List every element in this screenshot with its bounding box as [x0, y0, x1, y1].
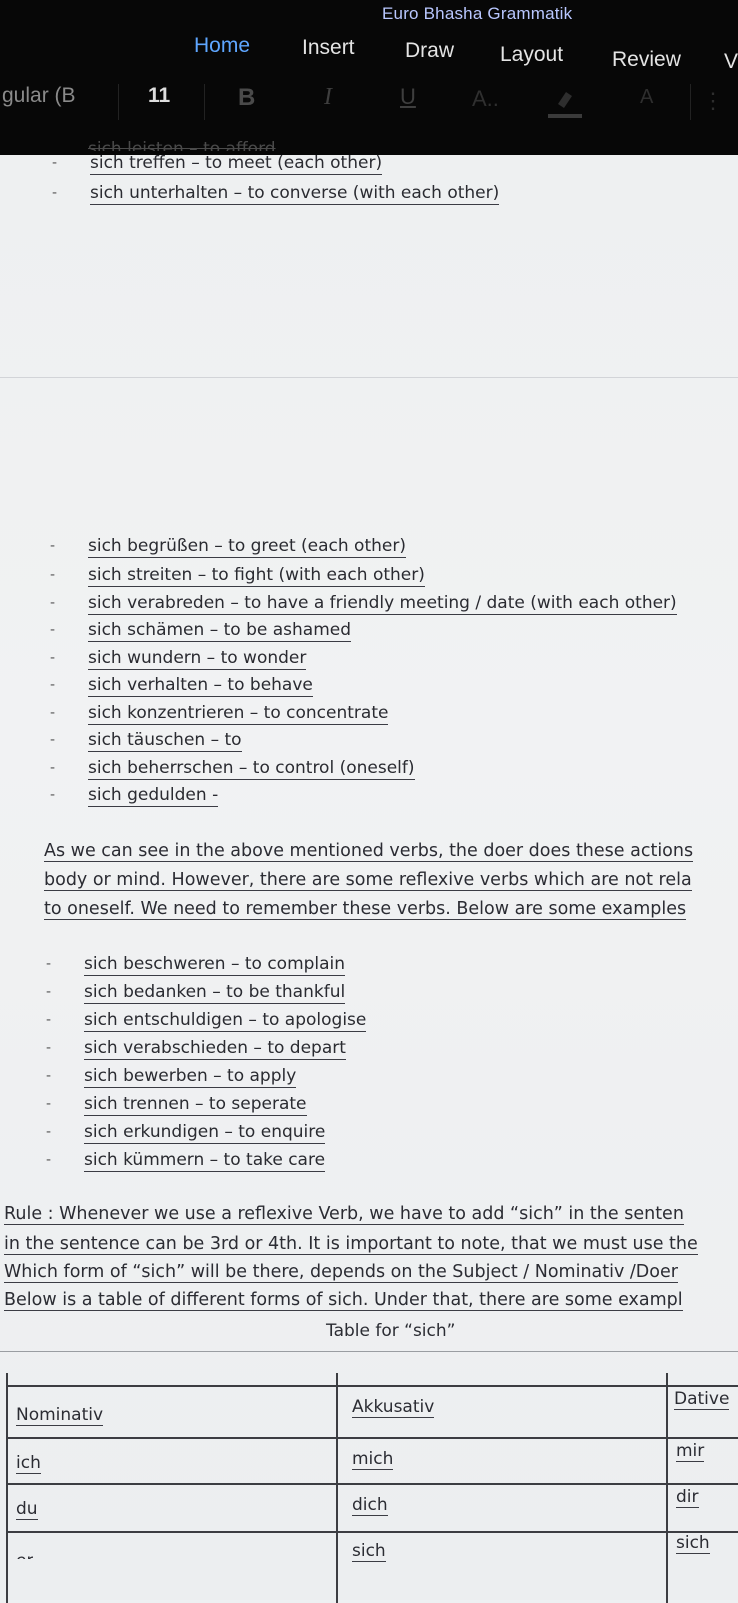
paragraph-line: As we can see in the above mentioned ver… [44, 841, 694, 862]
table-cell: sich [676, 1533, 710, 1554]
tab-insert[interactable]: Insert [302, 36, 355, 60]
list-item: - sich gedulden - [50, 785, 219, 807]
tab-layout[interactable]: Layout [500, 43, 563, 67]
bullet-dash: - [52, 155, 58, 171]
tab-home[interactable]: Home [194, 34, 250, 58]
underline-button[interactable]: U [400, 84, 416, 110]
font-name-select[interactable]: gular (B [2, 84, 76, 108]
partially-hidden-line: sich leisten – to afford [88, 139, 276, 151]
list-item: - sich streiten – to fight (with each ot… [50, 565, 425, 587]
italic-button[interactable]: I [324, 84, 332, 111]
font-size-tool-button[interactable]: A.. [472, 86, 499, 112]
list-item: - sich kümmern – to take care [46, 1150, 326, 1172]
table-cell: dir [676, 1487, 699, 1508]
font-size-select[interactable]: 11 [148, 84, 170, 108]
bullet-dash: - [50, 622, 56, 638]
bullet-dash: - [46, 1068, 52, 1084]
bullet-dash: - [50, 650, 56, 666]
list-item: - sich wundern – to wonder [50, 648, 307, 670]
list-item: - sich verabschieden – to depart [46, 1038, 346, 1060]
list-item: - sich unterhalten – to converse (with e… [52, 183, 500, 205]
font-color-button[interactable]: A [640, 86, 653, 109]
table-cell: er [16, 1551, 34, 1559]
table-border [6, 1373, 8, 1603]
list-item: - sich konzentrieren – to concentrate [50, 703, 389, 725]
table-cell: mich [352, 1449, 394, 1470]
ribbon-tabs: Home Insert Draw Layout Review V [0, 34, 738, 78]
table-cell: du [16, 1499, 38, 1520]
bullet-dash: - [50, 595, 56, 611]
paragraph-line: body or mind. However, there are some re… [44, 870, 692, 891]
highlight-button[interactable] [548, 88, 582, 118]
table-cell: ich [16, 1453, 41, 1474]
rule-line: Which form of “sich” will be there, depe… [4, 1262, 678, 1283]
divider [690, 84, 691, 120]
table-border [336, 1373, 338, 1603]
tab-view[interactable]: V [724, 50, 738, 74]
page-break [0, 377, 738, 378]
list-item: - sich täuschen – to [50, 730, 242, 752]
table-header: Akkusativ [352, 1397, 435, 1418]
bullet-dash: - [46, 984, 52, 1000]
list-item: - sich erkundigen – to enquire [46, 1122, 326, 1144]
bullet-dash: - [50, 567, 56, 583]
table-border [6, 1385, 738, 1387]
table-border [6, 1531, 738, 1533]
rule-line: Below is a table of different forms of s… [4, 1290, 683, 1311]
bullet-dash: - [46, 1096, 52, 1112]
table-border [6, 1437, 738, 1439]
paragraph-line: to oneself. We need to remember these ve… [44, 899, 687, 920]
table-border [666, 1373, 668, 1603]
tab-review[interactable]: Review [612, 48, 681, 72]
highlight-color-bar [548, 114, 582, 118]
table-cell: dich [352, 1495, 388, 1516]
list-item: - sich begrüßen – to greet (each other) [50, 536, 406, 558]
table-title: Table for “sich” [326, 1321, 456, 1341]
table-border [6, 1483, 738, 1485]
list-item: - sich verabreden – to have a friendly m… [50, 593, 677, 615]
list-item: - sich beschweren – to complain [46, 954, 346, 976]
divider [204, 84, 205, 120]
bullet-dash: - [50, 538, 56, 554]
bullet-dash: - [52, 185, 58, 201]
app-toolbar: Euro Bhasha Grammatik Home Insert Draw L… [0, 0, 738, 155]
table-cell: sich [352, 1541, 386, 1562]
table-header: Dative [674, 1389, 730, 1410]
list-item: - sich entschuldigen – to apologise [46, 1010, 367, 1032]
bullet-dash: - [50, 787, 56, 803]
bold-button[interactable]: B [238, 84, 255, 112]
document-canvas[interactable]: sich leisten – to afford - sich treffen … [0, 139, 738, 1603]
list-item: - sich trennen – to seperate [46, 1094, 307, 1116]
list-item: - sich bewerben – to apply [46, 1066, 297, 1088]
list-item: - sich verhalten – to behave [50, 675, 313, 697]
highlighter-icon [558, 92, 572, 108]
more-options-icon[interactable]: ⋮ [702, 88, 724, 114]
tab-draw[interactable]: Draw [405, 39, 454, 63]
bullet-dash: - [46, 1040, 52, 1056]
list-item: - sich schämen – to be ashamed [50, 620, 352, 642]
rule-line: in the sentence can be 3rd or 4th. It is… [4, 1234, 698, 1255]
bullet-dash: - [46, 1152, 52, 1168]
bullet-dash: - [46, 1124, 52, 1140]
list-item: - sich treffen – to meet (each other) [52, 153, 383, 175]
bullet-dash: - [46, 956, 52, 972]
bullet-dash: - [50, 677, 56, 693]
table-cell: mir [676, 1441, 705, 1462]
bullet-dash: - [46, 1012, 52, 1028]
rule-line: Rule : Whenever we use a reflexive Verb,… [4, 1204, 684, 1225]
divider [118, 84, 119, 120]
app-title: Euro Bhasha Grammatik [382, 4, 573, 23]
table-header: Nominativ [16, 1405, 104, 1426]
bullet-dash: - [50, 705, 56, 721]
list-item: - sich beherrschen – to control (oneself… [50, 758, 415, 780]
divider [0, 1351, 738, 1352]
format-bar: gular (B 11 B I U A.. A ⋮ [0, 84, 738, 132]
bullet-dash: - [50, 732, 56, 748]
list-item: - sich bedanken – to be thankful [46, 982, 346, 1004]
bullet-dash: - [50, 760, 56, 776]
